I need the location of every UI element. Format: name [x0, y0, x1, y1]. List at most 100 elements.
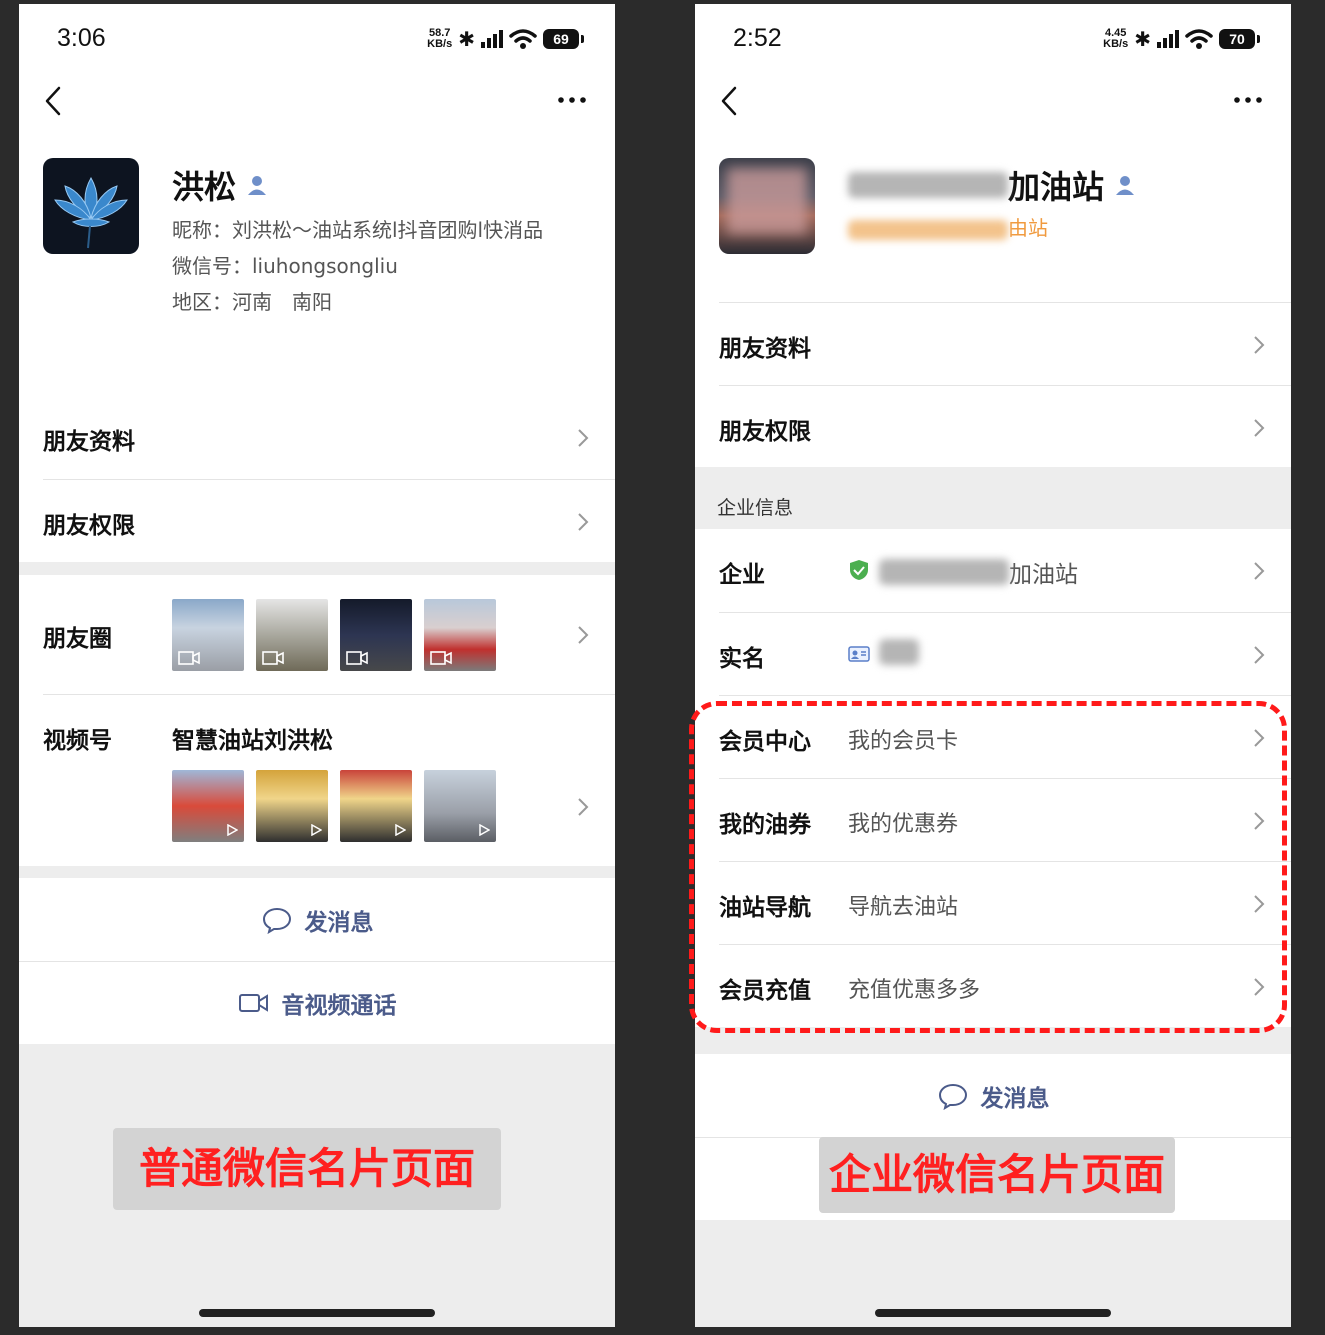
row-label: 朋友资料 [43, 429, 135, 455]
row-label: 朋友权限 [43, 513, 135, 539]
wifi-icon [509, 29, 537, 49]
chevron-right-icon [1254, 419, 1265, 437]
caption-enterprise-profile: 企业微信名片页面 [819, 1137, 1175, 1213]
back-arrow-icon[interactable] [715, 84, 745, 118]
row-enterprise[interactable]: 企业 加油站 [719, 529, 1291, 612]
row-realname[interactable]: 实名 [719, 612, 1291, 695]
video-call-icon [238, 994, 268, 1012]
send-message-label: 发消息 [980, 1085, 1050, 1112]
battery-icon: 70 [1219, 29, 1260, 49]
row-label: 我的油券 [719, 812, 811, 838]
row-label: 会员充值 [719, 978, 811, 1004]
signal-icon [1157, 30, 1179, 48]
friend-settings-list: 朋友资料 朋友权限 [19, 396, 615, 562]
bluetooth-icon: ✱ [458, 27, 475, 51]
row-member-recharge[interactable]: 会员充值 充值优惠多多 [719, 944, 1291, 1027]
more-dots-icon[interactable] [1233, 88, 1263, 112]
profile-name: 洪松 [172, 162, 268, 208]
row-friend-info[interactable]: 朋友资料 [719, 302, 1291, 385]
home-indicator [875, 1309, 1111, 1317]
id-card-icon [848, 646, 870, 662]
network-speed: 58.7 KB/s [427, 27, 453, 50]
moment-thumbnail [424, 599, 496, 671]
friend-settings-list: 朋友资料 朋友权限 [695, 302, 1291, 468]
network-speed: 4.45 KB/s [1103, 27, 1129, 50]
profile-header: 加油站 由站 [695, 126, 1291, 302]
nav-bar [695, 76, 1291, 126]
chevron-right-icon [1254, 336, 1265, 354]
chevron-right-icon [578, 429, 589, 447]
profile-meta: 昵称：刘洪松～油站系统l抖音团购l快消品 微信号：liuhongsongliu … [172, 212, 572, 320]
phone-enterprise-profile: 2:52 4.45 KB/s ✱ 70 加油站 由站 朋友资料 朋友权限 企业信… [695, 4, 1291, 1327]
status-time: 2:52 [733, 24, 782, 52]
play-icon [479, 824, 490, 836]
chevron-right-icon [578, 626, 589, 644]
moments-channels-list: 朋友圈 视频号 智慧油站刘洪松 [19, 575, 615, 866]
row-label: 实名 [719, 646, 765, 672]
chevron-right-icon [1254, 812, 1265, 830]
region: 地区：河南 南阳 [172, 290, 332, 314]
row-friend-permissions[interactable]: 朋友权限 [43, 479, 615, 562]
row-label: 会员中心 [719, 729, 811, 755]
row-my-fuel-coupons[interactable]: 我的油券 我的优惠券 [719, 778, 1291, 861]
signal-icon [481, 30, 503, 48]
moment-thumbnail [340, 599, 412, 671]
video-camera-icon [178, 651, 200, 665]
channel-video-thumbnail [424, 770, 496, 842]
chevron-right-icon [578, 798, 589, 816]
status-time: 3:06 [57, 24, 106, 52]
row-channels[interactable]: 视频号 智慧油站刘洪松 [43, 694, 615, 866]
status-icons: 4.45 KB/s ✱ 70 [1103, 27, 1260, 50]
channels-name: 智慧油站刘洪松 [172, 728, 333, 754]
row-label: 朋友圈 [43, 626, 112, 652]
realname-value [879, 639, 919, 665]
moment-thumbnail [172, 599, 244, 671]
chevron-right-icon [1254, 729, 1265, 747]
play-icon [311, 824, 322, 836]
channel-video-thumbnail [172, 770, 244, 842]
lotus-avatar-image [43, 158, 139, 254]
row-value: 充值优惠多多 [848, 978, 981, 1003]
status-icons: 58.7 KB/s ✱ 69 [427, 27, 584, 51]
play-icon [395, 824, 406, 836]
profile-header: 洪松 昵称：刘洪松～油站系统l抖音团购l快消品 微信号：liuhongsongl… [19, 126, 615, 396]
avatar[interactable] [719, 158, 815, 254]
chevron-right-icon [578, 513, 589, 531]
row-label: 油站导航 [719, 895, 811, 921]
person-icon [248, 176, 267, 195]
enterprise-name: 加油站 [879, 555, 1078, 589]
row-value: 我的优惠券 [848, 812, 959, 837]
caption-normal-profile: 普通微信名片页面 [113, 1128, 501, 1210]
chevron-right-icon [1254, 978, 1265, 996]
status-bar: 2:52 4.45 KB/s ✱ 70 [695, 4, 1291, 76]
avatar[interactable] [43, 158, 139, 254]
send-message-button[interactable]: 发消息 [695, 1054, 1291, 1137]
back-arrow-icon[interactable] [39, 84, 69, 118]
home-indicator [199, 1309, 435, 1317]
row-station-navigation[interactable]: 油站导航 导航去油站 [719, 861, 1291, 944]
chevron-right-icon [1254, 562, 1265, 580]
row-friend-permissions[interactable]: 朋友权限 [719, 385, 1291, 468]
profile-subtitle: 由站 [848, 210, 1248, 246]
send-message-label: 发消息 [304, 909, 374, 936]
more-dots-icon[interactable] [557, 88, 587, 112]
row-label: 朋友资料 [719, 336, 811, 362]
row-value: 导航去油站 [848, 895, 959, 920]
enterprise-info-list: 企业 加油站 实名 会员中心 我的会员卡 我的油券 我的优惠券 油站导航 导航去… [695, 529, 1291, 1027]
blurred-name [848, 172, 1008, 198]
video-call-button[interactable]: 音视频通话 [19, 961, 615, 1044]
row-moments[interactable]: 朋友圈 [43, 575, 615, 694]
chevron-right-icon [1254, 895, 1265, 913]
row-friend-info[interactable]: 朋友资料 [43, 396, 615, 479]
channel-video-thumbnail [256, 770, 328, 842]
row-label: 视频号 [43, 728, 112, 754]
section-title: 企业信息 [717, 497, 794, 519]
send-message-button[interactable]: 发消息 [19, 878, 615, 961]
profile-name: 加油站 [848, 162, 1136, 208]
channels-thumbnails [172, 770, 496, 842]
message-icon [938, 1083, 967, 1110]
row-member-center[interactable]: 会员中心 我的会员卡 [719, 695, 1291, 778]
video-camera-icon [346, 651, 368, 665]
chevron-right-icon [1254, 646, 1265, 664]
row-value: 我的会员卡 [848, 729, 959, 754]
